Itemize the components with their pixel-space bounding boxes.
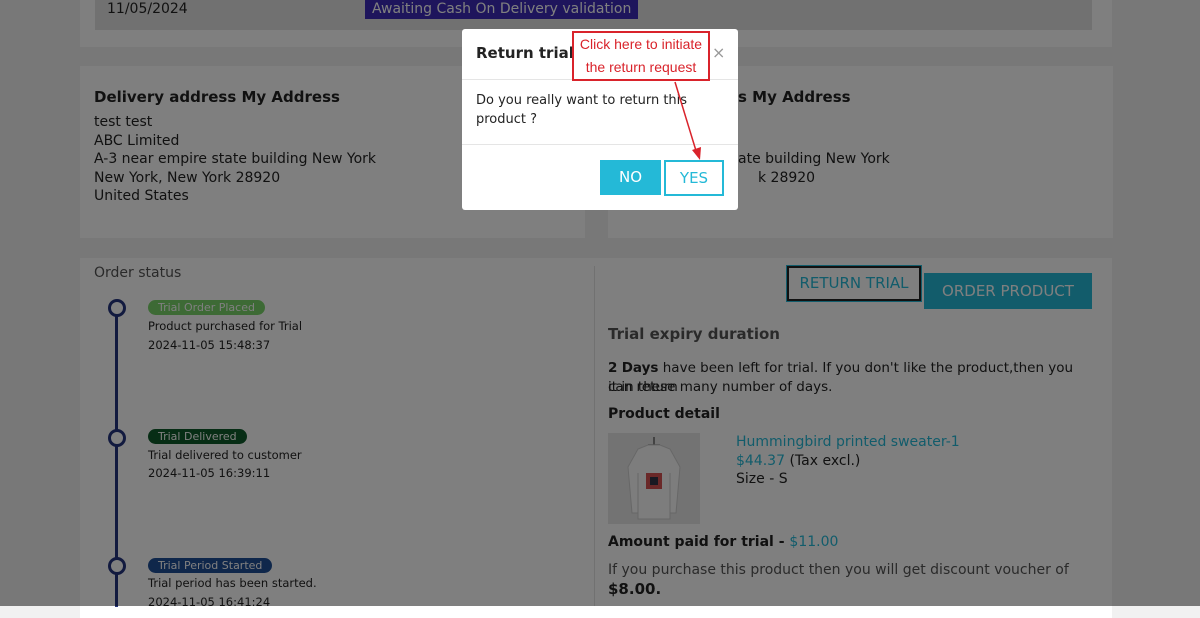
callout-line-2: the return request	[585, 59, 697, 75]
no-button[interactable]: NO	[600, 160, 661, 195]
annotation-callout: Click here to initiate the return reques…	[572, 31, 710, 81]
yes-button[interactable]: YES	[664, 160, 724, 196]
annotation-arrow	[674, 81, 701, 160]
modal-title: Return trial	[476, 44, 574, 62]
callout-line-1: Click here to initiate	[579, 36, 703, 52]
modal-message: Do you really want to return this	[476, 93, 688, 108]
close-icon[interactable]: ×	[712, 43, 725, 62]
modal-message-2: product ?	[476, 112, 538, 127]
